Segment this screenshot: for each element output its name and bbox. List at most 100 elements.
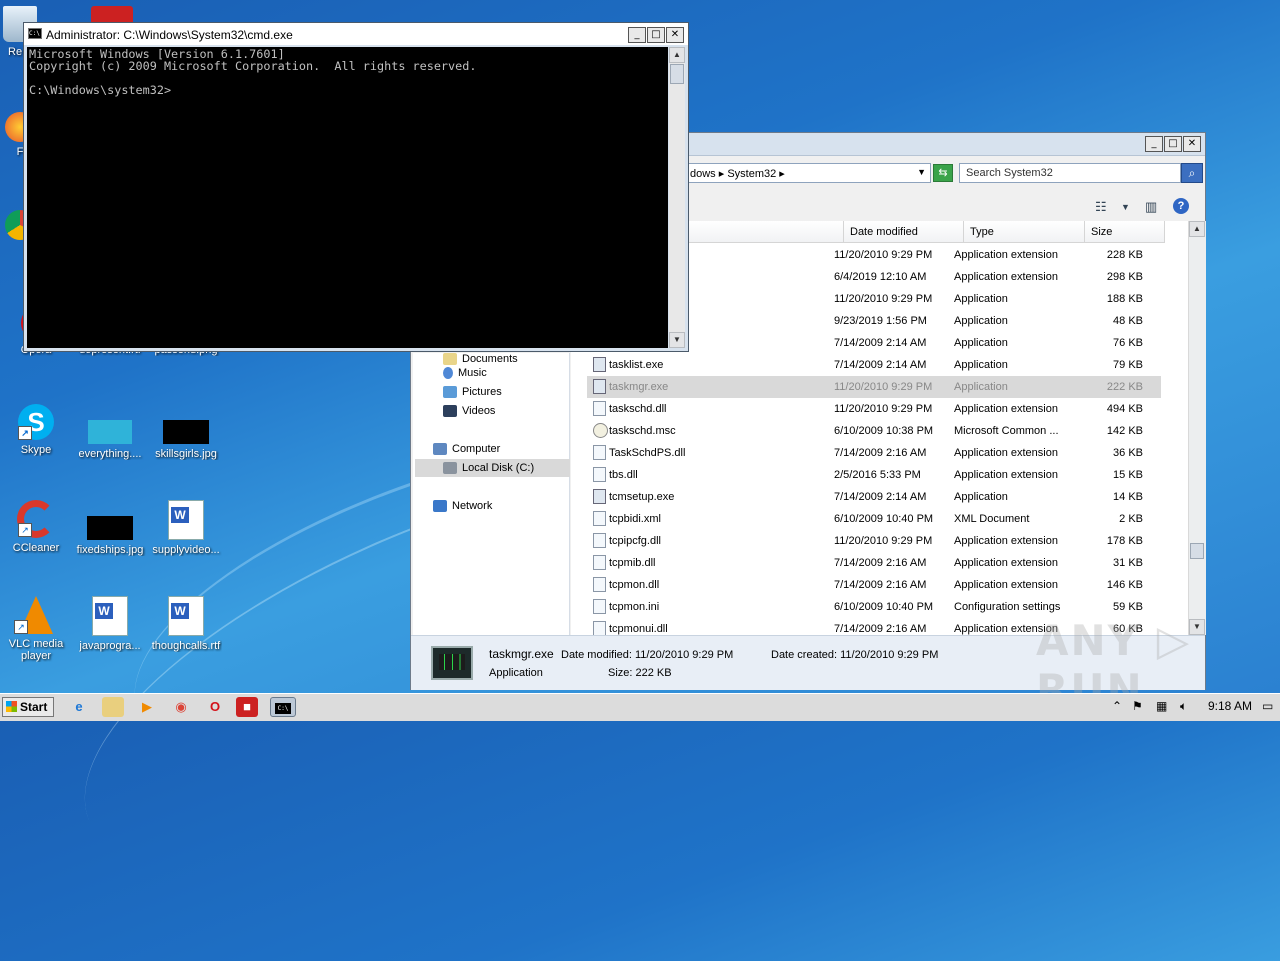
cmd-taskbar-icon[interactable]: C:\: [270, 697, 296, 717]
music-icon: [443, 367, 453, 379]
file-icon: [593, 621, 606, 635]
show-desktop-icon[interactable]: ▭: [1262, 699, 1273, 713]
table-row[interactable]: tcpmon.ini 6/10/2009 10:40 PM Configuratio…: [587, 596, 1161, 618]
chevron-down-icon[interactable]: ▼: [1121, 202, 1130, 212]
console-snapin-icon: [593, 423, 608, 438]
file-icon: [593, 555, 606, 570]
network-icon: [433, 500, 447, 512]
internet-explorer-icon[interactable]: e: [68, 697, 90, 717]
start-button[interactable]: Start: [2, 697, 54, 717]
minimize-button[interactable]: _: [1145, 136, 1163, 152]
nav-item-network[interactable]: Network: [433, 500, 492, 512]
search-icon[interactable]: ⌕: [1181, 163, 1203, 183]
file-size: 15 KB: [1113, 469, 1143, 481]
chrome-icon[interactable]: ◉: [170, 697, 192, 717]
details-date-created: Date created: 11/20/2010 9:29 PM: [771, 649, 939, 661]
media-player-icon[interactable]: ▶: [136, 697, 158, 717]
scroll-thumb[interactable]: [1190, 543, 1204, 559]
minimize-button[interactable]: _: [628, 27, 646, 43]
column-header-date[interactable]: Date modified: [844, 221, 964, 243]
file-size: 494 KB: [1106, 403, 1143, 415]
scroll-thumb[interactable]: [670, 64, 684, 84]
address-dropdown-icon[interactable]: ▼: [917, 167, 926, 177]
file-date-modified: 11/20/2010 9:29 PM: [834, 403, 933, 415]
file-name: tcpmon.dll: [609, 579, 660, 591]
table-row[interactable]: tcpbidi.xml 6/10/2009 10:40 PM XML Documen…: [587, 508, 1161, 530]
table-row[interactable]: tcpmon.dll 7/14/2009 2:16 AM Application e…: [587, 574, 1161, 596]
table-row[interactable]: taskschd.dll 11/20/2010 9:29 PM Applicatio…: [587, 398, 1161, 420]
application-icon: [593, 489, 606, 504]
column-header-size[interactable]: Size: [1085, 221, 1165, 243]
word-icon: W: [168, 596, 204, 636]
refresh-button[interactable]: ⇆: [933, 164, 953, 182]
desktop-icon-skype[interactable]: S ↗ Skype: [0, 404, 72, 456]
nav-item-pictures[interactable]: Pictures: [443, 386, 502, 398]
close-button[interactable]: ✕: [666, 27, 684, 43]
vertical-scrollbar[interactable]: ▲ ▼: [1188, 221, 1206, 635]
cmd-app-icon: C:\: [28, 28, 42, 39]
file-size: 76 KB: [1113, 337, 1143, 349]
desktop-icon-thoughcalls[interactable]: W thoughcalls.rtf: [150, 596, 222, 652]
desktop-icon-fixedships[interactable]: fixedships.jpg: [74, 500, 146, 556]
file-date-modified: 7/14/2009 2:16 AM: [834, 579, 927, 591]
view-options-icon[interactable]: ☷: [1095, 199, 1107, 215]
preview-pane-icon[interactable]: ▥: [1145, 199, 1157, 215]
help-icon[interactable]: ?: [1173, 198, 1189, 214]
table-row[interactable]: TaskSchdPS.dll 7/14/2009 2:16 AM Applicati…: [587, 442, 1161, 464]
cmd-scrollbar[interactable]: ▲ ▼: [669, 47, 685, 348]
desktop-icon-skillsgirls[interactable]: skillsgirls.jpg: [150, 404, 222, 460]
close-button[interactable]: ✕: [1183, 136, 1201, 152]
file-type: Application extension: [954, 535, 1058, 547]
file-date-modified: 11/20/2010 9:29 PM: [834, 293, 933, 305]
file-icon: [593, 577, 606, 592]
console-line: Copyright (c) 2009 Microsoft Corporation…: [29, 59, 477, 73]
file-icon: [593, 401, 606, 416]
explorer-window-buttons: _ □ ✕: [1145, 136, 1201, 152]
file-name: taskmgr.exe: [609, 381, 669, 393]
image-icon: [163, 420, 209, 444]
file-explorer-icon[interactable]: [102, 697, 124, 717]
nav-item-computer[interactable]: Computer: [433, 443, 500, 455]
show-hidden-icons-icon[interactable]: ⌃: [1112, 699, 1122, 713]
volume-icon[interactable]: 🔈︎: [1180, 699, 1187, 714]
column-header-type[interactable]: Type: [964, 221, 1085, 243]
maximize-button[interactable]: □: [1164, 136, 1182, 152]
desktop-icon-label: CCleaner: [12, 542, 60, 554]
nav-item-music[interactable]: Music: [443, 367, 487, 379]
breadcrumb[interactable]: dows ▸ System32 ▸: [690, 168, 785, 180]
console-output[interactable]: Microsoft Windows [Version 6.1.7601] Copy…: [27, 47, 668, 348]
opera-icon[interactable]: O: [204, 697, 226, 717]
scroll-up-button[interactable]: ▲: [1189, 221, 1205, 237]
table-row[interactable]: tbs.dll 2/5/2016 5:33 PM Application exten…: [587, 464, 1161, 486]
nav-item-documents[interactable]: Documents: [443, 353, 518, 365]
flag-icon[interactable]: ⚑: [1132, 699, 1143, 713]
app-taskbar-icon[interactable]: ■: [236, 697, 258, 717]
desktop-icon-ccleaner[interactable]: ↗ CCleaner: [0, 500, 72, 554]
cmd-titlebar[interactable]: C:\ Administrator: C:\Windows\System32\c…: [24, 23, 688, 45]
desktop-icon-vlc[interactable]: ↗ VLC media player: [0, 596, 72, 662]
table-row[interactable]: tcpipcfg.dll 11/20/2010 9:29 PM Applicatio…: [587, 530, 1161, 552]
table-row[interactable]: taskmgr.exe 11/20/2010 9:29 PM Application…: [587, 376, 1161, 398]
console-prompt: C:\Windows\system32>: [29, 83, 172, 97]
word-icon: W: [92, 596, 128, 636]
file-name: TaskSchdPS.dll: [609, 447, 686, 459]
table-row[interactable]: tasklist.exe 7/14/2009 2:14 AM Application…: [587, 354, 1161, 376]
search-input[interactable]: Search System32: [959, 163, 1181, 183]
scroll-down-button[interactable]: ▼: [669, 332, 685, 348]
clock[interactable]: 9:18 AM: [1208, 699, 1252, 713]
table-row[interactable]: tcmsetup.exe 7/14/2009 2:14 AM Application…: [587, 486, 1161, 508]
network-icon[interactable]: ▦: [1156, 699, 1167, 713]
file-name: tcpmib.dll: [609, 557, 656, 569]
desktop-icon-supplyvideo[interactable]: W supplyvideo...: [150, 500, 222, 556]
scroll-up-button[interactable]: ▲: [669, 47, 685, 63]
computer-icon: [433, 443, 447, 455]
table-row[interactable]: taskschd.msc 6/10/2009 10:38 PM Microsoft …: [587, 420, 1161, 442]
maximize-button[interactable]: □: [647, 27, 665, 43]
task-manager-icon: [431, 646, 473, 680]
table-row[interactable]: tcpmib.dll 7/14/2009 2:16 AM Application e…: [587, 552, 1161, 574]
desktop-icon-javaprogra[interactable]: W javaprogra...: [74, 596, 146, 652]
file-size: 178 KB: [1106, 535, 1143, 547]
nav-item-local-disk[interactable]: Local Disk (C:): [443, 462, 534, 474]
desktop-icon-everything[interactable]: everything....: [74, 404, 146, 460]
nav-item-videos[interactable]: Videos: [443, 405, 495, 417]
